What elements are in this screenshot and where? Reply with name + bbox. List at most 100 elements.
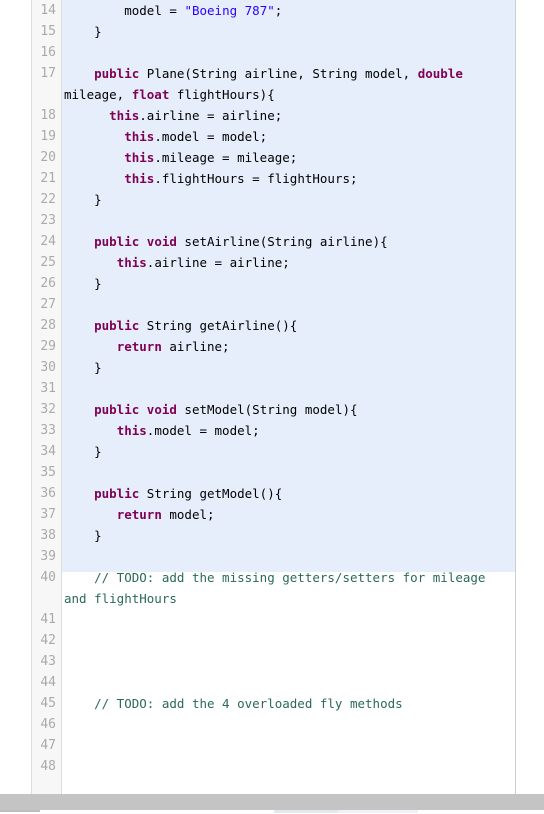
- code-line-text[interactable]: this.model = model;: [64, 126, 516, 147]
- code-line[interactable]: 21 this.flightHours = flightHours;: [31, 168, 516, 189]
- code-token-pln: [64, 402, 94, 417]
- code-line[interactable]: 37 return model;: [31, 504, 516, 525]
- code-line[interactable]: 25 this.airline = airline;: [31, 252, 516, 273]
- code-line[interactable]: 43: [31, 651, 516, 672]
- code-line[interactable]: 31: [31, 378, 516, 399]
- code-line-text[interactable]: model = "Boeing 787";: [64, 0, 516, 21]
- code-line-text[interactable]: public Plane(String airline, String mode…: [64, 63, 516, 105]
- line-number: 44: [40, 675, 56, 690]
- line-number: 45: [40, 696, 56, 711]
- taskbar-segment-right: [338, 810, 418, 813]
- code-line[interactable]: 19 this.model = model;: [31, 126, 516, 147]
- code-token-kw: this: [116, 423, 147, 438]
- code-line[interactable]: 46: [31, 714, 516, 735]
- code-line-text[interactable]: // TODO: add the missing getters/setters…: [64, 567, 516, 609]
- code-token-pln: .airline = airline;: [139, 108, 283, 123]
- code-line[interactable]: 23: [31, 210, 516, 231]
- code-line[interactable]: 40 // TODO: add the missing getters/sett…: [31, 567, 516, 609]
- code-line[interactable]: 22 }: [31, 189, 516, 210]
- code-line-text[interactable]: this.model = model;: [64, 420, 516, 441]
- code-token-pln: .model = model;: [146, 423, 260, 438]
- code-token-kw: public: [94, 318, 140, 333]
- code-token-kw: return: [116, 339, 162, 354]
- code-token-pln: [64, 150, 124, 165]
- code-lines-container[interactable]: 14 model = "Boeing 787"; 15 } 16 17 public …: [31, 0, 516, 777]
- code-token-pln: }: [64, 360, 102, 375]
- code-line-text[interactable]: this.mileage = mileage;: [64, 147, 516, 168]
- code-line[interactable]: 48: [31, 756, 516, 777]
- code-line-text[interactable]: public void setAirline(String airline){: [64, 231, 516, 252]
- code-token-pln: [64, 423, 117, 438]
- line-number: 40: [40, 570, 56, 585]
- code-line-text[interactable]: public String getModel(){: [64, 483, 516, 504]
- code-line[interactable]: 39: [31, 546, 516, 567]
- code-token-pln: String getAirline(){: [139, 318, 298, 333]
- code-line[interactable]: 20 this.mileage = mileage;: [31, 147, 516, 168]
- line-number: 21: [40, 171, 56, 186]
- code-line[interactable]: 30 }: [31, 357, 516, 378]
- code-line[interactable]: 44: [31, 672, 516, 693]
- code-line[interactable]: 38 }: [31, 525, 516, 546]
- code-token-kw: this: [116, 255, 147, 270]
- code-line[interactable]: 34 }: [31, 441, 516, 462]
- code-line[interactable]: 28 public String getAirline(){: [31, 315, 516, 336]
- code-token-pln: [64, 318, 94, 333]
- code-line-text[interactable]: return airline;: [64, 336, 516, 357]
- code-line[interactable]: 36 public String getModel(){: [31, 483, 516, 504]
- code-line-text[interactable]: this.flightHours = flightHours;: [64, 168, 516, 189]
- code-line[interactable]: 24 public void setAirline(String airline…: [31, 231, 516, 252]
- code-line-text[interactable]: this.airline = airline;: [64, 105, 516, 126]
- line-number: 35: [40, 465, 56, 480]
- code-token-kw: public void: [94, 402, 177, 417]
- line-number: 36: [40, 486, 56, 501]
- editor-left-margin: [0, 0, 31, 794]
- code-line[interactable]: 41: [31, 609, 516, 630]
- line-number: 47: [40, 738, 56, 753]
- code-line[interactable]: 35: [31, 462, 516, 483]
- code-line-text[interactable]: // TODO: add the 4 overloaded fly method…: [64, 693, 516, 714]
- code-token-pln: }: [64, 528, 102, 543]
- code-line[interactable]: 27: [31, 294, 516, 315]
- line-number: 25: [40, 255, 56, 270]
- line-number: 41: [40, 612, 56, 627]
- code-line-text[interactable]: }: [64, 357, 516, 378]
- line-number: 46: [40, 717, 56, 732]
- code-line-text[interactable]: public String getAirline(){: [64, 315, 516, 336]
- code-line[interactable]: 29 return airline;: [31, 336, 516, 357]
- line-number: 27: [40, 297, 56, 312]
- line-number: 29: [40, 339, 56, 354]
- code-line[interactable]: 16: [31, 42, 516, 63]
- code-line-text[interactable]: }: [64, 525, 516, 546]
- code-line-text[interactable]: return model;: [64, 504, 516, 525]
- code-line[interactable]: 33 this.model = model;: [31, 420, 516, 441]
- code-line[interactable]: 42: [31, 630, 516, 651]
- code-line-text[interactable]: }: [64, 189, 516, 210]
- line-number: 43: [40, 654, 56, 669]
- code-line-text[interactable]: }: [64, 21, 516, 42]
- code-line[interactable]: 18 this.airline = airline;: [31, 105, 516, 126]
- code-line-text[interactable]: public void setModel(String model){: [64, 399, 516, 420]
- code-token-kw: public: [94, 486, 140, 501]
- code-line[interactable]: 26 }: [31, 273, 516, 294]
- code-line-text[interactable]: }: [64, 441, 516, 462]
- code-token-pln: }: [64, 192, 102, 207]
- code-token-pln: String getModel(){: [139, 486, 283, 501]
- code-line[interactable]: 17 public Plane(String airline, String m…: [31, 63, 516, 105]
- line-number: 32: [40, 402, 56, 417]
- code-line[interactable]: 14 model = "Boeing 787";: [31, 0, 516, 21]
- line-number: 20: [40, 150, 56, 165]
- code-line[interactable]: 45 // TODO: add the 4 overloaded fly met…: [31, 693, 516, 714]
- code-line[interactable]: 47: [31, 735, 516, 756]
- code-token-pln: [64, 255, 117, 270]
- code-line[interactable]: 32 public void setModel(String model){: [31, 399, 516, 420]
- code-token-pln: flightHours){: [169, 87, 275, 102]
- code-token-pln: }: [64, 24, 102, 39]
- code-line[interactable]: 15 }: [31, 21, 516, 42]
- code-line-text[interactable]: this.airline = airline;: [64, 252, 516, 273]
- code-token-pln: setAirline(String airline){: [176, 234, 388, 249]
- code-token-pln: }: [64, 276, 102, 291]
- line-number: 39: [40, 549, 56, 564]
- code-line-text[interactable]: }: [64, 273, 516, 294]
- editor-body[interactable]: 14 model = "Boeing 787"; 15 } 16 17 public …: [31, 0, 516, 794]
- code-token-pln: [64, 234, 94, 249]
